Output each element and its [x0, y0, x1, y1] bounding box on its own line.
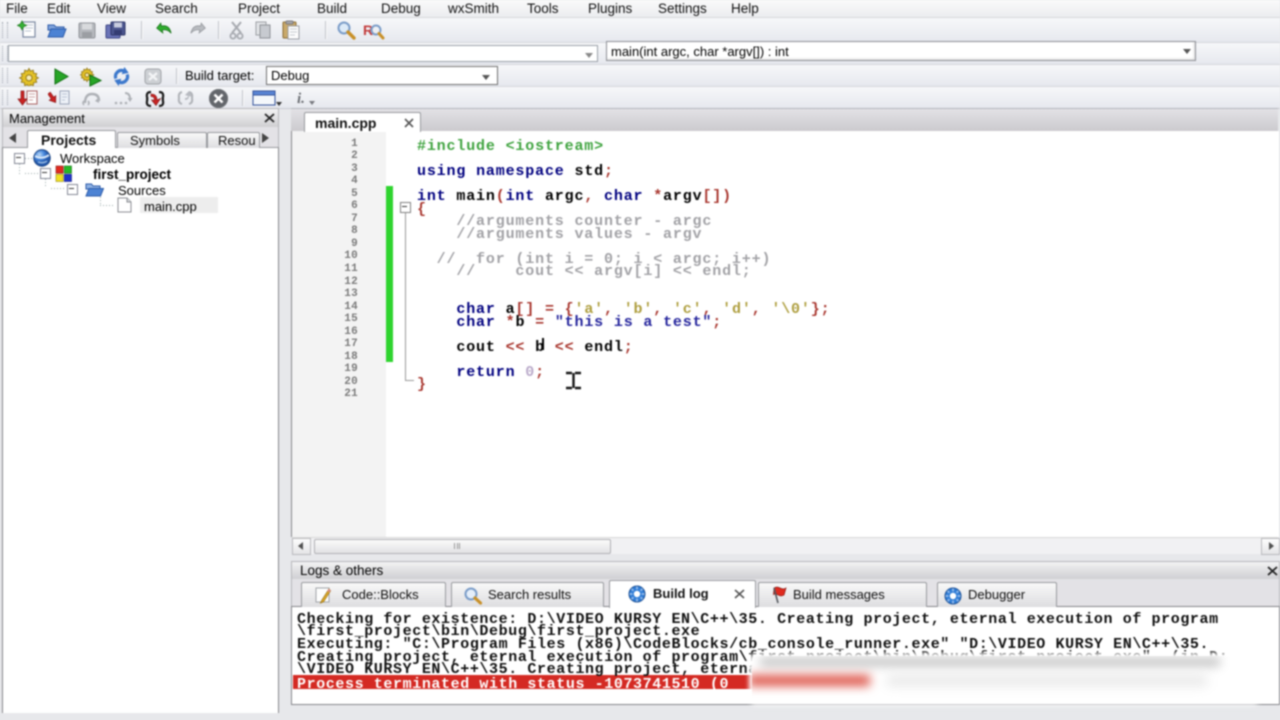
svg-text:i.: i.	[297, 91, 305, 107]
